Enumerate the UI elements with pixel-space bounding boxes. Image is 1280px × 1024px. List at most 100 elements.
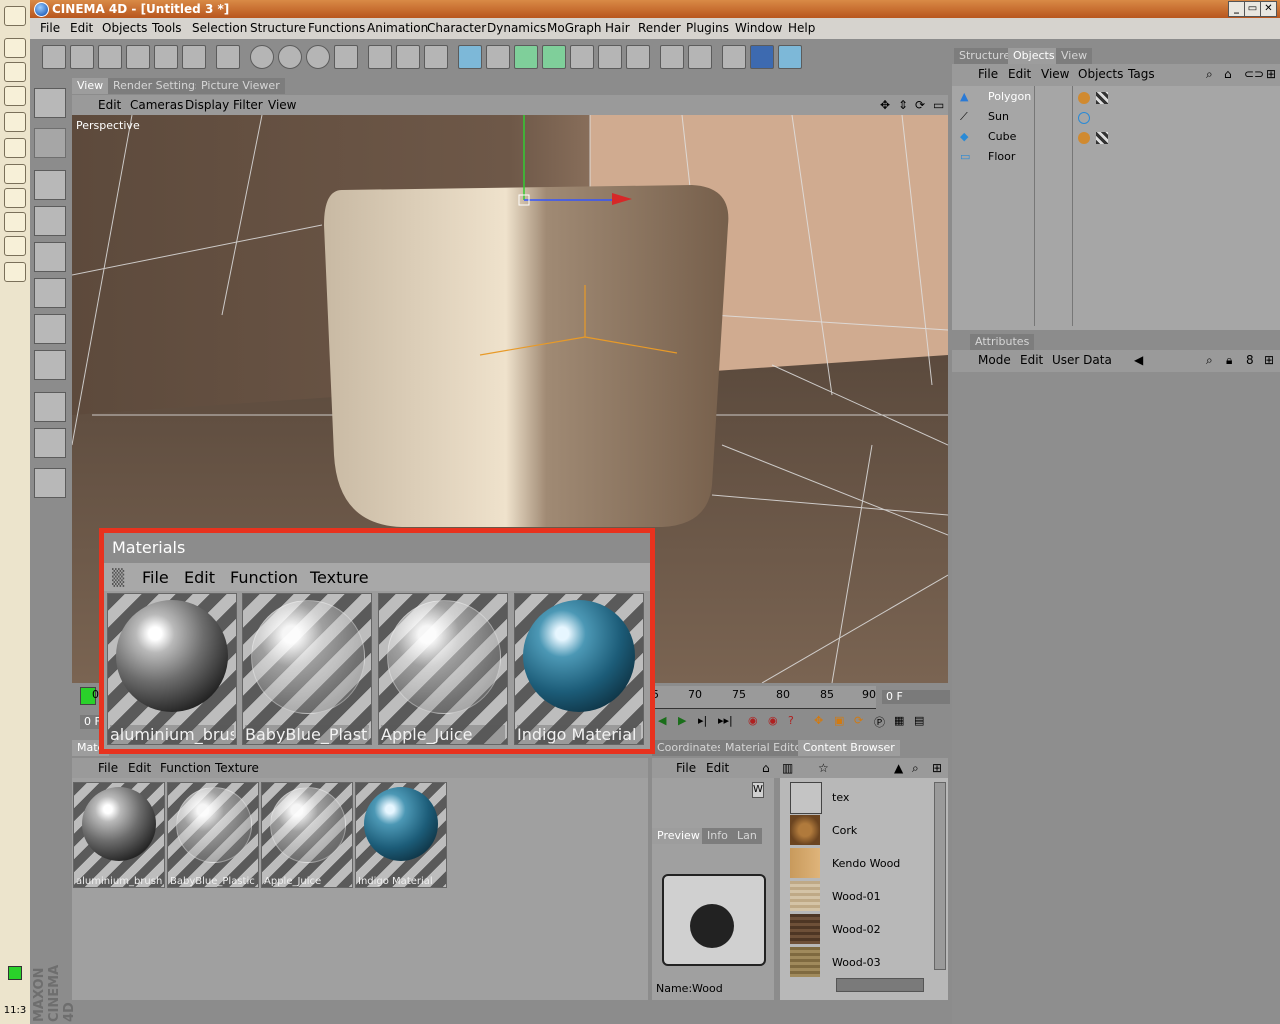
material-thumbnail[interactable]: aluminium_brushe: [73, 782, 165, 888]
objects-search-icon[interactable]: ⌕: [1206, 67, 1213, 82]
render-settings-icon[interactable]: [424, 45, 448, 69]
objects-menu-edit[interactable]: Edit: [1008, 67, 1031, 81]
materials-zoom-menu-function[interactable]: Function: [230, 568, 298, 587]
materials-menu-function[interactable]: Function: [160, 761, 211, 775]
key-pla-icon[interactable]: ▦: [894, 714, 904, 727]
material-thumbnail[interactable]: aluminium_brushe: [107, 593, 237, 745]
attributes-lock-icon[interactable]: 🔒︎: [1226, 353, 1232, 368]
folder-icon[interactable]: [4, 86, 26, 106]
help-icon[interactable]: [660, 45, 684, 69]
spline-icon[interactable]: [486, 45, 510, 69]
list-item[interactable]: ⟋ Sun: [960, 110, 1180, 130]
cb-scrollbar[interactable]: [934, 782, 946, 970]
point-tool-icon[interactable]: [34, 314, 66, 344]
objects-menu-objects[interactable]: Objects: [1078, 67, 1123, 81]
floor-icon[interactable]: [722, 45, 746, 69]
tab-content-browser[interactable]: Content Browser: [798, 740, 900, 756]
menu-objects[interactable]: Objects: [102, 21, 147, 35]
deformer-icon[interactable]: [598, 45, 622, 69]
cb-search-icon[interactable]: ⌕: [912, 761, 919, 776]
tab-preview[interactable]: Preview: [652, 828, 705, 844]
y-axis-icon[interactable]: [278, 45, 302, 69]
attributes-back-icon[interactable]: ◀: [1134, 353, 1143, 367]
objects-menu-view[interactable]: View: [1041, 67, 1069, 81]
menu-mograph[interactable]: MoGraph: [547, 21, 602, 35]
menu-render[interactable]: Render: [638, 21, 681, 35]
list-item[interactable]: Cork: [790, 815, 940, 845]
list-item[interactable]: ▲ Polygon: [960, 90, 1180, 110]
x-axis-icon[interactable]: [250, 45, 274, 69]
app-icon[interactable]: [4, 38, 26, 58]
materials-zoom-menu-file[interactable]: File: [142, 568, 169, 587]
next-frame-icon[interactable]: ▸|: [698, 714, 707, 727]
key-scale-icon[interactable]: ▣: [834, 714, 844, 727]
play-forward-icon[interactable]: ▶: [678, 714, 686, 727]
light-tag-icon[interactable]: [1078, 112, 1090, 124]
list-item[interactable]: Wood-02: [790, 914, 940, 944]
minimize-button[interactable]: _: [1228, 1, 1245, 17]
menu-help[interactable]: Help: [788, 21, 815, 35]
keyframe-help-icon[interactable]: ?: [788, 714, 794, 727]
menu-window[interactable]: Window: [735, 21, 782, 35]
materials-zoom-menu-texture[interactable]: Texture: [310, 568, 369, 587]
material-thumbnail[interactable]: Apple_Juice: [261, 782, 353, 888]
attributes-search-icon[interactable]: ⌕: [1206, 353, 1213, 368]
computer-icon[interactable]: [4, 112, 26, 132]
viewport-menu-filter[interactable]: Filter: [233, 98, 263, 112]
menu-hair[interactable]: Hair: [605, 21, 630, 35]
texture-icon[interactable]: [34, 128, 66, 158]
menu-tools[interactable]: Tools: [152, 21, 182, 35]
sculpt-icon[interactable]: [34, 468, 66, 498]
current-frame-field[interactable]: 0 F: [882, 690, 950, 704]
key-rotation-icon[interactable]: ⟳: [854, 714, 863, 727]
viewport-menu-cameras[interactable]: Cameras: [130, 98, 183, 112]
menu-character[interactable]: Character: [427, 21, 486, 35]
checker-icon[interactable]: [34, 392, 66, 422]
cb-home-icon[interactable]: ⌂: [762, 761, 770, 775]
menu-selection[interactable]: Selection: [192, 21, 247, 35]
material-thumbnail[interactable]: Indigo Material: [355, 782, 447, 888]
array-icon[interactable]: [542, 45, 566, 69]
tab-objects[interactable]: Objects: [1008, 48, 1060, 64]
attributes-menu-edit[interactable]: Edit: [1020, 353, 1043, 367]
menu-file[interactable]: File: [40, 21, 60, 35]
menu-dynamics[interactable]: Dynamics: [487, 21, 546, 35]
attributes-link-icon[interactable]: 8: [1246, 353, 1254, 367]
maximize-button[interactable]: ▭: [1244, 1, 1261, 17]
tab-attributes[interactable]: Attributes: [970, 334, 1035, 350]
viewport-rotate-icon[interactable]: ⟳: [915, 98, 925, 112]
app-icon[interactable]: [4, 188, 26, 208]
close-button[interactable]: ✕: [1260, 1, 1277, 17]
coordinate-system-icon[interactable]: [334, 45, 358, 69]
menu-functions[interactable]: Functions: [308, 21, 365, 35]
tab-picture-viewer[interactable]: Picture Viewer: [196, 78, 285, 94]
viewport-zoom-icon[interactable]: ⇕: [898, 98, 908, 112]
texture-axis-icon[interactable]: [34, 428, 66, 458]
viewport-menu-display[interactable]: Display: [185, 98, 229, 112]
goto-end-icon[interactable]: ▸▸|: [718, 714, 733, 727]
menu-plugins[interactable]: Plugins: [686, 21, 729, 35]
cb-field[interactable]: W: [752, 782, 764, 798]
menu-edit[interactable]: Edit: [70, 21, 93, 35]
render-picture-viewer-icon[interactable]: [396, 45, 420, 69]
cb-menu-edit[interactable]: Edit: [706, 761, 729, 775]
objects-home-icon[interactable]: ⌂: [1224, 67, 1232, 81]
cb-menu-file[interactable]: File: [676, 761, 696, 775]
tab-language[interactable]: Lan: [732, 828, 762, 844]
objects-link-icon[interactable]: ⊂⊃: [1244, 67, 1264, 81]
viewport-maximize-icon[interactable]: ▭: [933, 98, 944, 112]
list-item[interactable]: tex: [790, 782, 940, 814]
camera-icon[interactable]: [778, 45, 802, 69]
firefox-icon[interactable]: [4, 212, 26, 232]
move-axis-icon[interactable]: [216, 45, 240, 69]
cb-favorite-icon[interactable]: ☆: [818, 761, 829, 775]
list-item[interactable]: Wood-03: [790, 947, 940, 977]
tab-view[interactable]: View: [72, 78, 109, 94]
materials-menu-texture[interactable]: Texture: [215, 761, 259, 775]
app-icon[interactable]: [4, 236, 26, 256]
attributes-menu-mode[interactable]: Mode: [978, 353, 1011, 367]
edge-tool-icon[interactable]: [34, 278, 66, 308]
tab-render-settings[interactable]: Render Settings: [108, 78, 206, 94]
pdf-icon[interactable]: [4, 138, 26, 158]
scene-icon[interactable]: [626, 45, 650, 69]
